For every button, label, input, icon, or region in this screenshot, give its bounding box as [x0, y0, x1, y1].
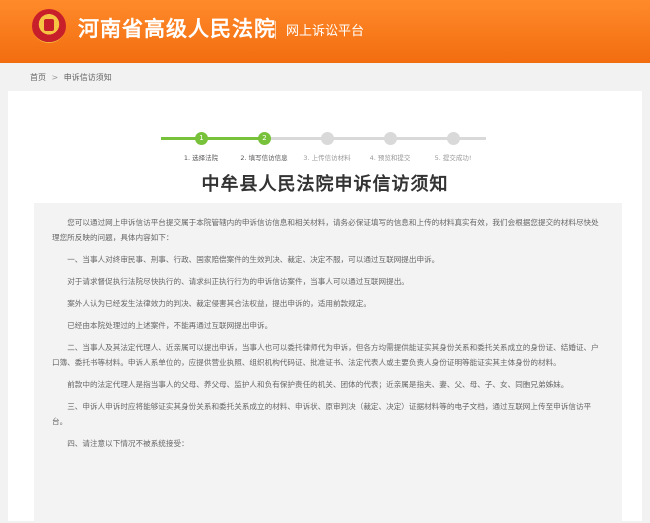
main-panel: 1 1. 选择法院 2 2. 填写信访信息 3 3. 上传信访材料 4 4. 预览和提交 5 5.…	[8, 91, 642, 523]
notice-paragraph: 一、当事人对终审民事、刑事、行政、国家赔偿案件的生效判决、裁定、决定不服，可以通…	[67, 255, 440, 264]
notice-paragraph: 对于请求督促执行法院尽快执行的、请求纠正执行行为的申诉信访案件，当事人可以通过互…	[67, 277, 409, 286]
site-header: 河南省高级人民法院 网上诉讼平台	[0, 0, 650, 63]
step-dot: 4	[384, 132, 397, 145]
step-dot: 3	[321, 132, 334, 145]
header-divider	[275, 21, 276, 39]
notice-paragraph: 已经由本院处理过的上述案件，不能再通过互联网提出申诉。	[67, 321, 273, 330]
notice-paragraph: 您可以通过网上申诉信访平台提交属于本院管辖内的申诉信访信息和相关材料，请务必保证…	[52, 218, 599, 242]
breadcrumb-current: 申诉信访须知	[63, 73, 112, 82]
step-label: 4. 预览和提交	[369, 154, 411, 162]
notice-paragraph: 案外人认为已经发生法律效力的判决、裁定侵害其合法权益，提出申诉的，适用前款规定。	[67, 299, 371, 308]
breadcrumb: 首页 > 申诉信访须知	[30, 72, 112, 83]
breadcrumb-home-link[interactable]: 首页	[30, 73, 46, 82]
notice-paragraph: 二、当事人及其法定代理人、近亲属可以提出申诉，当事人也可以委托律师代为申诉，但各…	[52, 343, 599, 367]
step-dot: 5	[447, 132, 460, 145]
breadcrumb-separator: >	[51, 73, 59, 82]
notice-body: 您可以通过网上申诉信访平台提交属于本院管辖内的申诉信访信息和相关材料，请务必保证…	[34, 203, 622, 523]
notice-title: 中牟县人民法院申诉信访须知	[201, 174, 449, 195]
notice-paragraph: 前款中的法定代理人是指当事人的父母、养父母、监护人和负有保护责任的机关、团体的代…	[67, 380, 569, 389]
court-name: 河南省高级人民法院	[78, 17, 276, 41]
step-label: 5. 提交成功!	[434, 154, 472, 162]
step-label: 2. 填写信访信息	[240, 154, 288, 162]
step-label: 3. 上传信访材料	[303, 154, 351, 162]
step-dot: 1	[195, 132, 208, 145]
court-emblem-icon	[32, 9, 66, 43]
notice-paragraph: 三、申诉人申诉时应将能够证实其身份关系和委托关系成立的材料、申诉状、原审判决（裁…	[52, 402, 592, 426]
progress-line-done	[161, 137, 264, 140]
step-label: 1. 选择法院	[183, 154, 219, 162]
step-dot: 2	[258, 132, 271, 145]
notice-paragraph: 四、请注意以下情况不被系统接受：	[67, 439, 189, 448]
progress-steps: 1 1. 选择法院 2 2. 填写信访信息 3 3. 上传信访材料 4 4. 预览和提交 5 5.…	[161, 111, 486, 162]
platform-name: 网上诉讼平台	[286, 24, 365, 39]
